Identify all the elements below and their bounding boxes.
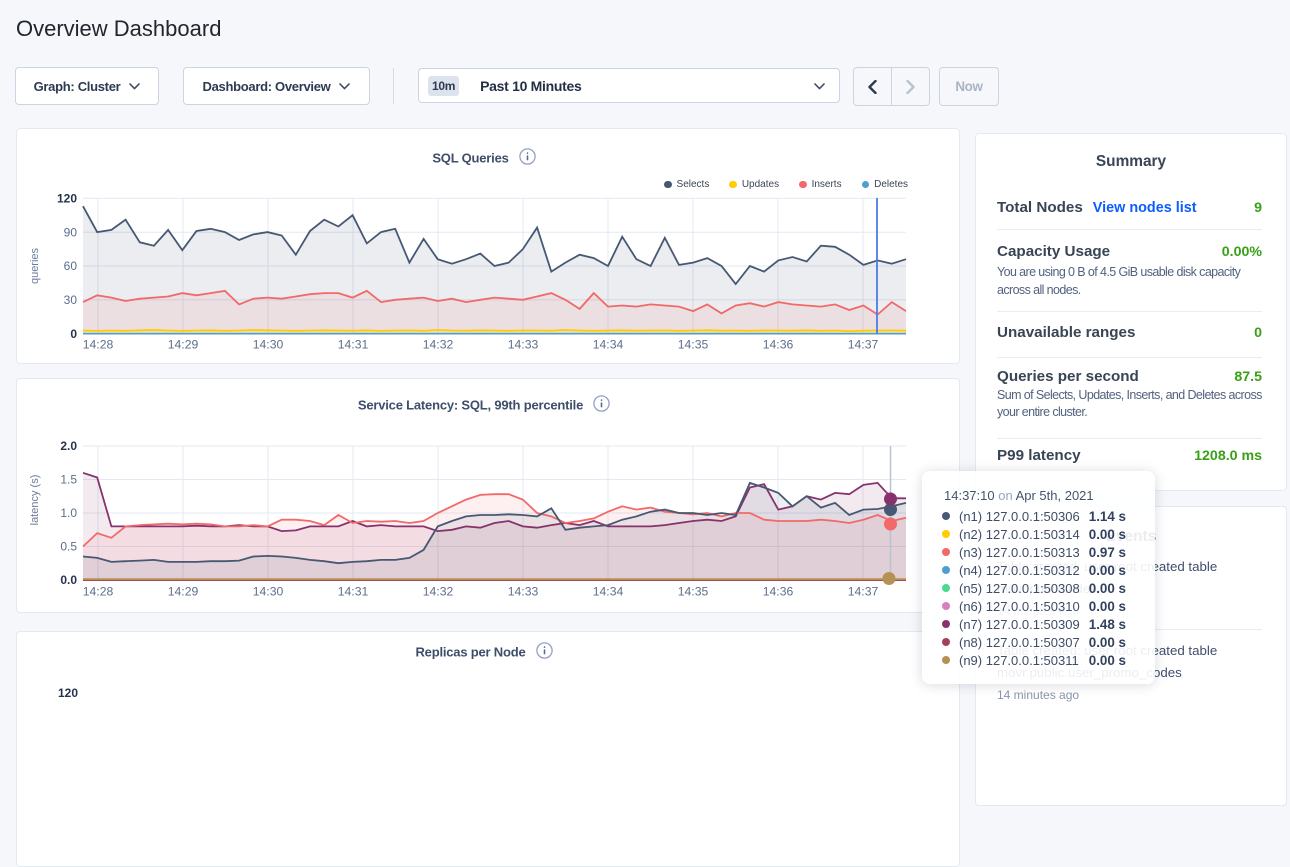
svg-text:14:33: 14:33 xyxy=(508,338,539,352)
svg-text:30: 30 xyxy=(64,293,78,307)
svg-text:14:36: 14:36 xyxy=(763,585,794,599)
svg-text:14:35: 14:35 xyxy=(678,338,709,352)
svg-text:queries: queries xyxy=(29,247,41,284)
svg-text:14:31: 14:31 xyxy=(338,585,369,599)
svg-text:120: 120 xyxy=(57,192,77,206)
svg-text:14:36: 14:36 xyxy=(763,338,794,352)
svg-text:14:34: 14:34 xyxy=(593,585,624,599)
svg-text:1.5: 1.5 xyxy=(60,473,77,487)
svg-text:14:34: 14:34 xyxy=(593,338,624,352)
svg-text:0.5: 0.5 xyxy=(60,540,77,554)
svg-text:0.0: 0.0 xyxy=(60,573,77,587)
svg-text:latency (s): latency (s) xyxy=(29,475,41,526)
svg-text:2.0: 2.0 xyxy=(60,439,77,453)
svg-text:14:30: 14:30 xyxy=(253,585,284,599)
svg-text:1.0: 1.0 xyxy=(60,506,77,520)
svg-text:14:35: 14:35 xyxy=(678,585,709,599)
svg-text:14:30: 14:30 xyxy=(253,338,284,352)
svg-text:14:31: 14:31 xyxy=(338,338,369,352)
svg-text:90: 90 xyxy=(64,225,78,239)
svg-text:14:29: 14:29 xyxy=(168,338,199,352)
svg-text:14:28: 14:28 xyxy=(83,338,114,352)
svg-text:14:37: 14:37 xyxy=(848,338,879,352)
svg-text:14:32: 14:32 xyxy=(423,585,454,599)
svg-text:0: 0 xyxy=(70,327,77,341)
svg-text:14:33: 14:33 xyxy=(508,585,539,599)
svg-text:14:32: 14:32 xyxy=(423,338,454,352)
svg-text:14:37: 14:37 xyxy=(848,585,879,599)
svg-text:14:29: 14:29 xyxy=(168,585,199,599)
svg-text:14:28: 14:28 xyxy=(83,585,114,599)
svg-text:60: 60 xyxy=(64,259,78,273)
